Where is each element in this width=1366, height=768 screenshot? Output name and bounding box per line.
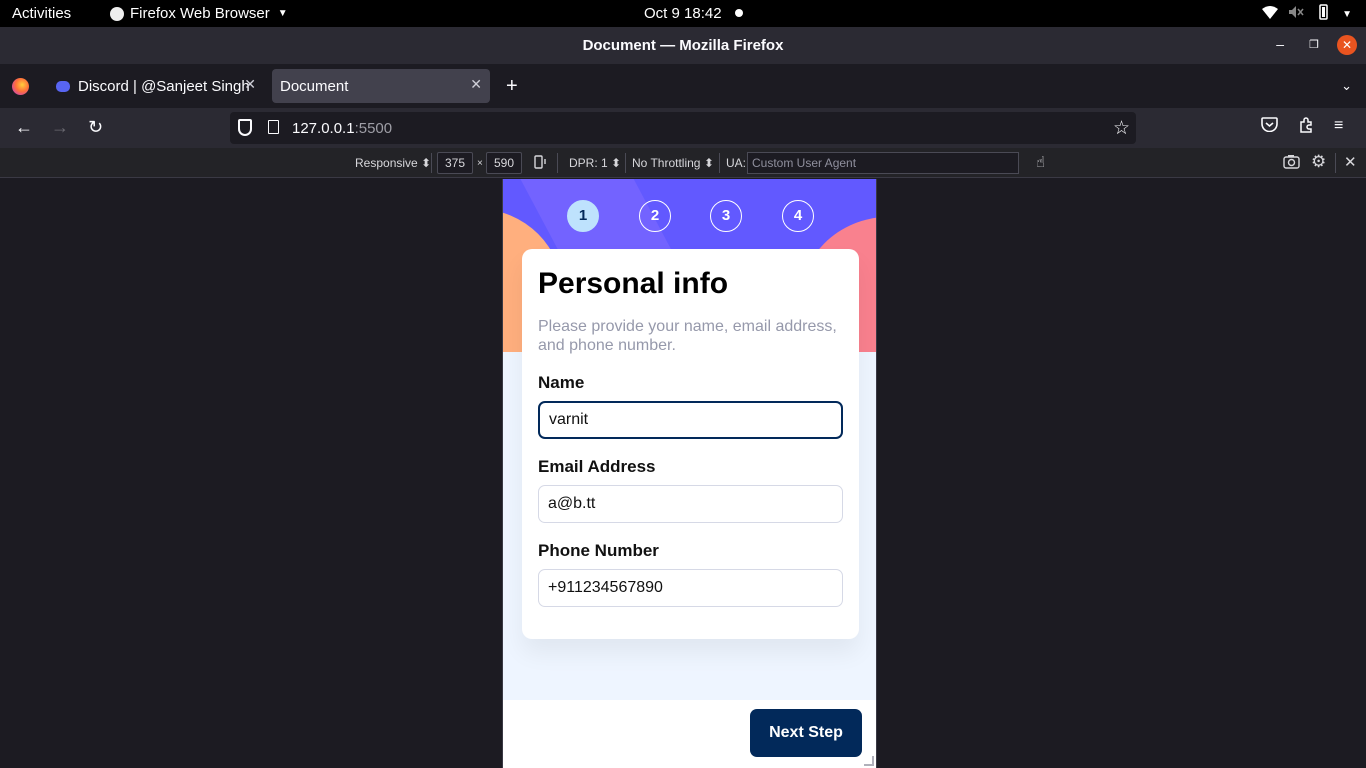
battery-icon — [1314, 4, 1332, 24]
viewport-width-input[interactable]: 375 — [437, 152, 473, 174]
separator — [625, 153, 626, 173]
email-input[interactable] — [538, 485, 843, 523]
screenshot-icon[interactable] — [1283, 154, 1300, 172]
separator — [557, 153, 558, 173]
minimize-icon[interactable]: – — [1276, 36, 1284, 52]
firefox-icon — [110, 6, 124, 21]
volume-muted-icon — [1288, 5, 1304, 23]
window-titlebar: Document — Mozilla Firefox – ❐ ✕ — [0, 27, 1366, 64]
name-input[interactable] — [538, 401, 843, 439]
page-subtitle: Please provide your name, email address,… — [538, 318, 837, 354]
name-label: Name — [538, 373, 585, 392]
user-agent-input[interactable]: Custom User Agent — [747, 152, 1019, 174]
email-label: Email Address — [538, 457, 656, 476]
close-rdm-icon[interactable]: ✕ — [1344, 153, 1357, 171]
extensions-icon[interactable] — [1298, 117, 1315, 139]
app-menu[interactable]: Firefox Web Browser ▼ — [110, 5, 288, 22]
step-3: 3 — [710, 200, 742, 232]
forward-icon[interactable]: → — [51, 117, 69, 138]
step-2: 2 — [639, 200, 671, 232]
firefox-view-icon[interactable] — [12, 78, 29, 95]
notification-dot-icon — [735, 9, 743, 17]
settings-gear-icon[interactable]: ⚙ — [1311, 152, 1326, 172]
step-indicators: 1 2 3 4 — [503, 200, 876, 232]
bookmark-star-icon[interactable]: ☆ — [1113, 117, 1130, 140]
activities-button[interactable]: Activities — [12, 5, 71, 22]
dpr-label: DPR: 1 — [569, 156, 608, 170]
tab-strip: Discord | @Sanjeet Singh ✕ Document ✕ + … — [0, 64, 1366, 108]
separator — [1335, 153, 1336, 173]
hamburger-menu-icon[interactable]: ≡ — [1334, 117, 1343, 135]
reload-icon[interactable]: ↻ — [88, 117, 103, 138]
phone-input[interactable] — [538, 569, 843, 607]
tab-document[interactable]: Document ✕ — [272, 69, 490, 103]
device-label: Responsive — [355, 156, 418, 170]
new-tab-icon[interactable]: + — [506, 75, 518, 98]
viewport-resize-handle-icon[interactable] — [864, 756, 874, 766]
window-title: Document — Mozilla Firefox — [582, 37, 784, 54]
list-all-tabs-icon[interactable]: ⌄ — [1341, 78, 1352, 94]
clock[interactable]: Oct 9 18:42 — [644, 5, 722, 22]
touch-simulation-icon[interactable]: ☝ — [1036, 153, 1045, 171]
url-text[interactable]: 127.0.0.1:5500 — [292, 120, 392, 137]
tab-label: Discord | @Sanjeet Singh — [78, 77, 250, 95]
tab-label: Document — [280, 77, 349, 95]
wifi-icon — [1262, 5, 1279, 23]
form-card: Personal info Please provide your name, … — [522, 249, 859, 639]
system-top-bar: Activities Firefox Web Browser ▼ Oct 9 1… — [0, 0, 1366, 27]
page-viewport: 1 2 3 4 Personal info Please provide you… — [502, 179, 877, 768]
nav-bar: ← → ↻ 127.0.0.1:5500 ☆ ≡ — [0, 108, 1366, 148]
rotate-viewport-icon[interactable] — [533, 154, 549, 173]
viewport-height-input[interactable]: 590 — [486, 152, 522, 174]
back-icon[interactable]: ← — [15, 117, 33, 138]
tab-discord[interactable]: Discord | @Sanjeet Singh ✕ — [46, 69, 264, 103]
network-throttling-selector[interactable]: No Throttling ⬍ — [632, 156, 714, 170]
close-window-icon[interactable]: ✕ — [1337, 35, 1357, 55]
step-4: 4 — [782, 200, 814, 232]
throttling-label: No Throttling — [632, 156, 701, 170]
dpr-selector[interactable]: DPR: 1 ⬍ — [569, 156, 621, 170]
url-port: :5500 — [354, 120, 393, 137]
close-tab-icon[interactable]: ✕ — [470, 76, 482, 93]
step-1: 1 — [567, 200, 599, 232]
phone-label: Phone Number — [538, 541, 659, 560]
url-bar[interactable]: 127.0.0.1:5500 ☆ — [230, 112, 1136, 144]
separator — [431, 153, 432, 173]
pocket-icon[interactable] — [1261, 117, 1278, 137]
next-step-button[interactable]: Next Step — [750, 709, 862, 757]
tracking-protection-shield-icon[interactable] — [238, 119, 252, 136]
page-info-icon[interactable] — [268, 120, 279, 134]
form-footer: Next Step — [503, 700, 876, 768]
device-selector[interactable]: Responsive ⬍ — [355, 156, 431, 170]
dimension-times: × — [477, 158, 483, 169]
separator — [719, 153, 720, 173]
url-host: 127.0.0.1 — [292, 120, 355, 137]
caret-down-icon: ▼ — [277, 8, 288, 19]
system-tray[interactable]: ▼ — [1262, 4, 1352, 24]
discord-icon — [56, 80, 70, 92]
power-menu-caret-icon: ▼ — [1342, 8, 1352, 20]
page-title: Personal info — [538, 267, 729, 300]
responsive-design-toolbar: Responsive ⬍ 375 × 590 DPR: 1 ⬍ No Throt… — [0, 148, 1366, 178]
maximize-icon[interactable]: ❐ — [1309, 38, 1319, 51]
close-tab-icon[interactable]: ✕ — [244, 76, 256, 93]
ua-label: UA: — [726, 156, 747, 170]
app-name: Firefox Web Browser — [130, 5, 270, 22]
